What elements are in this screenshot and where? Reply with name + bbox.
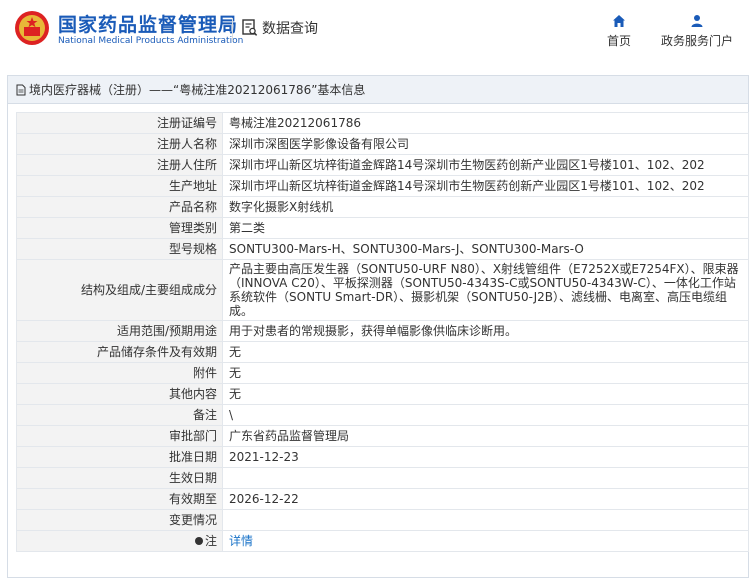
row-value: 无: [222, 341, 749, 363]
row-label: 有效期至: [16, 488, 223, 510]
row-label: 其他内容: [16, 383, 223, 405]
row-value: SONTU300-Mars-H、SONTU300-Mars-J、SONTU300…: [222, 238, 749, 260]
row-label: 产品名称: [16, 196, 223, 218]
row-value: 用于对患者的常规摄影，获得单幅影像供临床诊断用。: [222, 320, 749, 342]
header-divider: [232, 18, 233, 42]
row-value: 第二类: [222, 217, 749, 239]
row-label: 产品储存条件及有效期: [16, 341, 223, 363]
row-label: 生效日期: [16, 467, 223, 489]
row-label: 适用范围/预期用途: [16, 320, 223, 342]
data-query-title: 数据查询: [242, 18, 318, 38]
row-value: 深圳市深图医学影像设备有限公司: [222, 133, 749, 155]
row-label: 生产地址: [16, 175, 223, 197]
table-row: 附件无: [16, 362, 749, 384]
row-label: 管理类别: [16, 217, 223, 239]
row-value: 无: [222, 362, 749, 384]
info-panel: 境内医疗器械（注册）——“粤械注准20212061786”基本信息 注册证编号粤…: [7, 75, 749, 578]
row-label: 变更情况: [16, 509, 223, 531]
panel-title: 境内医疗器械（注册）——“粤械注准20212061786”基本信息: [29, 83, 366, 97]
row-value: [222, 467, 749, 489]
table-row: 产品储存条件及有效期无: [16, 341, 749, 363]
brand-name-cn[interactable]: 国家药品监督管理局: [58, 10, 238, 37]
details-link[interactable]: 详情: [229, 534, 253, 548]
table-row: 适用范围/预期用途 用于对患者的常规摄影，获得单幅影像供临床诊断用。: [16, 320, 749, 342]
data-query-label: 数据查询: [262, 21, 318, 37]
pin-icon: [194, 537, 203, 545]
row-value: [222, 509, 749, 531]
row-value: 产品主要由高压发生器（SONTU50-URF N80）、X射线管组件（E7252…: [222, 259, 749, 321]
row-value: 深圳市坪山新区坑梓街道金辉路14号深圳市生物医药创新产业园区1号楼101、102…: [222, 154, 749, 176]
user-icon: [691, 15, 703, 27]
row-value: 详情: [222, 530, 749, 552]
table-row: 型号规格 SONTU300-Mars-H、SONTU300-Mars-J、SONT…: [16, 238, 749, 260]
basic-info-table: 注册证编号 粤械注准20212061786 注册人名称 深圳市深图医学影像设备有限公…: [16, 112, 749, 552]
row-value: 广东省药品监督管理局: [222, 425, 749, 447]
row-value: 深圳市坪山新区坑梓街道金辉路14号深圳市生物医药创新产业园区1号楼101、102…: [222, 175, 749, 197]
row-label: 注册证编号: [16, 112, 223, 134]
row-label-note: 注: [16, 530, 223, 552]
table-row: 生产地址 深圳市坪山新区坑梓街道金辉路14号深圳市生物医药创新产业园区1号楼101…: [16, 175, 749, 197]
table-row: 注 详情: [16, 530, 749, 552]
note-label: 注: [204, 534, 217, 548]
table-row: 变更情况: [16, 509, 749, 531]
table-row: 产品名称 数字化摄影X射线机: [16, 196, 749, 218]
row-label: 型号规格: [16, 238, 223, 260]
table-row: 结构及组成/主要组成成分 产品主要由高压发生器（SONTU50-URF N80）、…: [16, 259, 749, 321]
table-row: 其他内容无: [16, 383, 749, 405]
row-label: 结构及组成/主要组成成分: [16, 259, 223, 321]
data-query-icon: [242, 19, 258, 36]
row-value: 2021-12-23: [222, 446, 749, 468]
row-label: 批准日期: [16, 446, 223, 468]
table-row: 批准日期 2021-12-23: [16, 446, 749, 468]
row-value: 2026-12-22: [222, 488, 749, 510]
header: 国家药品监督管理局 National Medical Products Admi…: [0, 0, 749, 62]
nav-service-portal-label: 政务服务门户: [660, 34, 733, 48]
table-row: 管理类别 第二类: [16, 217, 749, 239]
row-value: \: [222, 404, 749, 426]
table-row: 有效期至 2026-12-22: [16, 488, 749, 510]
nav-home[interactable]: 首页: [604, 14, 634, 49]
document-icon: [16, 84, 26, 95]
row-value: 粤械注准20212061786: [222, 112, 749, 134]
table-row: 审批部门 广东省药品监督管理局: [16, 425, 749, 447]
row-value: 无: [222, 383, 749, 405]
row-label: 备注: [16, 404, 223, 426]
home-icon: [613, 15, 625, 27]
table-row: 注册证编号 粤械注准20212061786: [16, 112, 749, 134]
national-emblem-icon: [15, 11, 49, 45]
table-row: 备注 \: [16, 404, 749, 426]
nav-service-portal[interactable]: 政务服务门户: [657, 14, 737, 49]
row-label: 注册人住所: [16, 154, 223, 176]
nav-home-label: 首页: [606, 34, 631, 48]
row-label: 附件: [16, 362, 223, 384]
row-label: 审批部门: [16, 425, 223, 447]
table-row: 生效日期: [16, 467, 749, 489]
brand-name-en: National Medical Products Administration: [58, 36, 244, 46]
panel-header: 境内医疗器械（注册）——“粤械注准20212061786”基本信息: [8, 76, 748, 104]
row-value: 数字化摄影X射线机: [222, 196, 749, 218]
table-row: 注册人名称 深圳市深图医学影像设备有限公司: [16, 133, 749, 155]
row-label: 注册人名称: [16, 133, 223, 155]
table-row: 注册人住所 深圳市坪山新区坑梓街道金辉路14号深圳市生物医药创新产业园区1号楼10…: [16, 154, 749, 176]
